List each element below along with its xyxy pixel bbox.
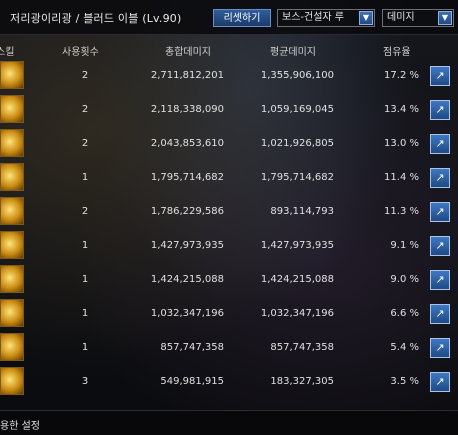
count-cell: 2 [81,70,89,81]
average-damage-cell: 183,327,305 [270,376,334,387]
reset-button[interactable]: 리셋하기 [213,9,271,27]
table-row: 1 1,795,714,682 1,795,714,682 11.4 % ↗ [0,160,458,194]
total-damage-cell: 549,981,915 [160,376,224,387]
share-cell: 9.0 % [390,274,419,285]
total-damage-cell: 1,427,973,935 [150,240,224,251]
skill-icon [0,333,24,361]
table-row: 2 2,118,338,090 1,059,169,045 13.4 % ↗ [0,92,458,126]
share-cell: 11.4 % [384,172,419,183]
skill-icon [0,299,24,327]
skill-icon [0,231,24,259]
share-icon[interactable]: ↗ [430,270,450,290]
share-icon[interactable]: ↗ [430,202,450,222]
share-cell: 9.1 % [390,240,419,251]
share-icon[interactable]: ↗ [430,304,450,324]
share-icon[interactable]: ↗ [430,168,450,188]
share-cell: 13.4 % [384,104,419,115]
share-cell: 6.6 % [390,308,419,319]
table-row: 2 1,786,229,586 893,114,793 11.3 % ↗ [0,194,458,228]
target-select-value: 보스-건설자 루 [282,12,344,23]
share-cell: 5.4 % [390,342,419,353]
title-bar: 저리광이리광 / 블러드 이블 (Lv.90) 리셋하기 보스-건설자 루 ▼ … [0,0,458,35]
share-cell: 13.0 % [384,138,419,149]
skill-icon [0,129,24,157]
share-icon[interactable]: ↗ [430,100,450,120]
total-damage-cell: 857,747,358 [160,342,224,353]
header-count: 사용횟수 [62,47,99,58]
share-icon[interactable]: ↗ [430,338,450,358]
table-row: 1 1,427,973,935 1,427,973,935 9.1 % ↗ [0,228,458,262]
share-icon[interactable]: ↗ [430,236,450,256]
window-title: 저리광이리광 / 블러드 이블 (Lv.90) [10,12,182,25]
share-icon[interactable]: ↗ [430,134,450,154]
table-row: 1 1,032,347,196 1,032,347,196 6.6 % ↗ [0,296,458,330]
share-icon[interactable]: ↗ [430,66,450,86]
count-cell: 1 [81,342,89,353]
skill-icon [0,61,24,89]
chevron-down-icon[interactable]: ▼ [359,11,373,25]
count-cell: 2 [81,138,89,149]
count-cell: 1 [81,172,89,183]
count-cell: 1 [81,240,89,251]
average-damage-cell: 1,032,347,196 [260,308,334,319]
average-damage-cell: 1,424,215,088 [260,274,334,285]
average-damage-cell: 893,114,793 [270,206,334,217]
target-select[interactable]: 보스-건설자 루 ▼ [277,9,375,27]
footer-label[interactable]: 용한 설정 [0,417,40,432]
table-row: 1 1,424,215,088 1,424,215,088 9.0 % ↗ [0,262,458,296]
average-damage-cell: 1,059,169,045 [260,104,334,115]
skill-icon [0,197,24,225]
average-damage-cell: 1,795,714,682 [260,172,334,183]
share-icon[interactable]: ↗ [430,372,450,392]
share-cell: 17.2 % [384,70,419,81]
table-row: 1 857,747,358 857,747,358 5.4 % ↗ [0,330,458,364]
total-damage-cell: 1,032,347,196 [150,308,224,319]
metric-select-value: 데미지 [387,12,415,23]
header-average: 평균데미지 [270,47,316,58]
count-cell: 2 [81,104,89,115]
total-damage-cell: 1,424,215,088 [150,274,224,285]
total-damage-cell: 1,795,714,682 [150,172,224,183]
chevron-down-icon[interactable]: ▼ [438,11,452,25]
header-total: 총합데미지 [165,47,211,58]
average-damage-cell: 1,427,973,935 [260,240,334,251]
average-damage-cell: 1,021,926,805 [260,138,334,149]
count-cell: 2 [81,206,89,217]
total-damage-cell: 2,711,812,201 [150,70,224,81]
header-share: 점유율 [383,47,411,58]
count-cell: 1 [81,308,89,319]
skill-icon [0,163,24,191]
total-damage-cell: 2,118,338,090 [150,104,224,115]
total-damage-cell: 1,786,229,586 [150,206,224,217]
skill-icon [0,95,24,123]
average-damage-cell: 1,355,906,100 [260,70,334,81]
header-skill: 스킬 [0,47,15,58]
table-header: 스킬 사용횟수 총합데미지 평균데미지 점유율 [0,41,458,58]
share-cell: 3.5 % [390,376,419,387]
skill-icon [0,367,24,395]
skill-icon [0,265,24,293]
count-cell: 3 [81,376,89,387]
count-cell: 1 [81,274,89,285]
table-row: 2 2,711,812,201 1,355,906,100 17.2 % ↗ [0,58,458,92]
share-cell: 11.3 % [384,206,419,217]
table-row: 2 2,043,853,610 1,021,926,805 13.0 % ↗ [0,126,458,160]
table-row: 3 549,981,915 183,327,305 3.5 % ↗ [0,364,458,398]
total-damage-cell: 2,043,853,610 [150,138,224,149]
metric-select[interactable]: 데미지 ▼ [382,9,454,27]
footer-bar: 용한 설정 [0,410,458,435]
average-damage-cell: 857,747,358 [270,342,334,353]
